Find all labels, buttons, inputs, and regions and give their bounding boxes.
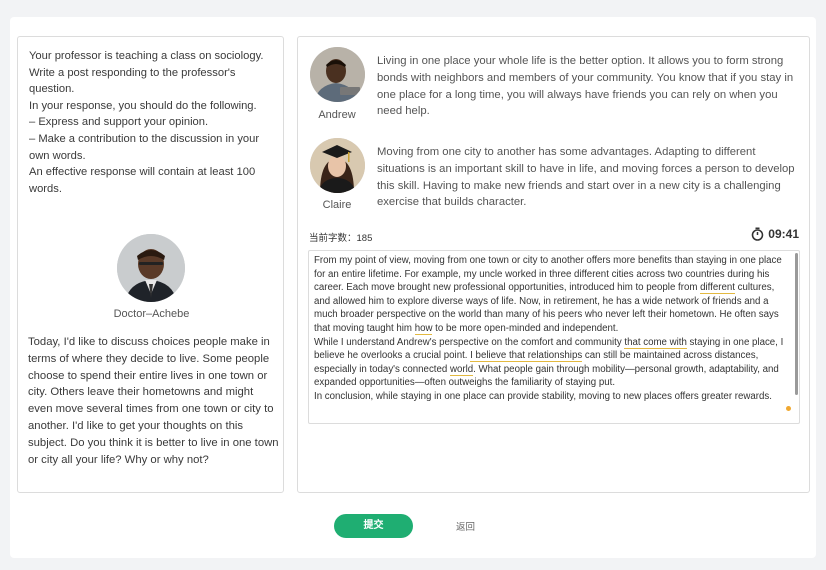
text-segment: While I understand Andrew's perspective … (314, 336, 625, 348)
claire-name: Claire (322, 199, 352, 211)
person-icon (117, 234, 185, 302)
task-instructions: Your professor is teaching a class on so… (29, 48, 277, 197)
instruction-line: – Express and support your opinion. (29, 116, 209, 129)
professor-post: Today, I'd like to discuss choices peopl… (28, 336, 279, 466)
word-count-label: 当前字数： (309, 233, 357, 244)
word-count-value: 185 (356, 233, 373, 244)
instruction-line: – Make a contribution to the discussion … (29, 132, 260, 162)
instruction-line: Your professor is teaching a class on so… (29, 50, 264, 96)
andrew-avatar (310, 47, 365, 102)
claire-post: Moving from one city to another has some… (377, 146, 795, 209)
submit-button[interactable]: 提交 (334, 514, 413, 538)
editor-scrollbar[interactable] (795, 253, 798, 395)
andrew-name: Andrew (318, 109, 356, 121)
stopwatch-icon (751, 227, 764, 241)
grammar-highlight[interactable]: that come with (624, 336, 687, 349)
professor-avatar (117, 234, 185, 302)
word-count: 当前字数：185 (309, 230, 372, 244)
response-editor[interactable]: From my point of view, moving from one t… (308, 250, 800, 424)
discussion-panel: Andrew Living in one place your whole li… (297, 36, 810, 493)
status-dot-icon (786, 406, 791, 411)
person-icon (310, 47, 365, 102)
grammar-highlight[interactable]: how (414, 322, 433, 335)
countdown-timer: 09:41 (751, 227, 799, 241)
andrew-post: Living in one place your whole life is t… (377, 55, 794, 118)
grammar-highlight[interactable]: world (449, 363, 474, 376)
grammar-highlight[interactable]: different (700, 282, 735, 295)
text-segment: to be more open-minded and independent. (432, 322, 619, 334)
response-paragraph: In conclusion, while staying in one plac… (314, 390, 772, 402)
response-text[interactable]: From my point of view, moving from one t… (314, 254, 790, 404)
instruction-line: An effective response will contain at le… (29, 166, 256, 195)
timer-value: 09:41 (768, 227, 799, 241)
grammar-highlight[interactable]: I believe that relationships (470, 350, 583, 363)
response-paragraph: While I understand Andrew's perspective … (314, 336, 790, 390)
professor-name: Doctor–Achebe (113, 308, 190, 320)
prompt-panel: Your professor is teaching a class on so… (17, 36, 284, 493)
back-link[interactable]: 返回 (456, 519, 475, 533)
claire-avatar (310, 138, 365, 193)
response-paragraph: From my point of view, moving from one t… (314, 254, 790, 336)
person-icon (310, 138, 365, 193)
instruction-line: In your response, you should do the foll… (29, 99, 257, 112)
